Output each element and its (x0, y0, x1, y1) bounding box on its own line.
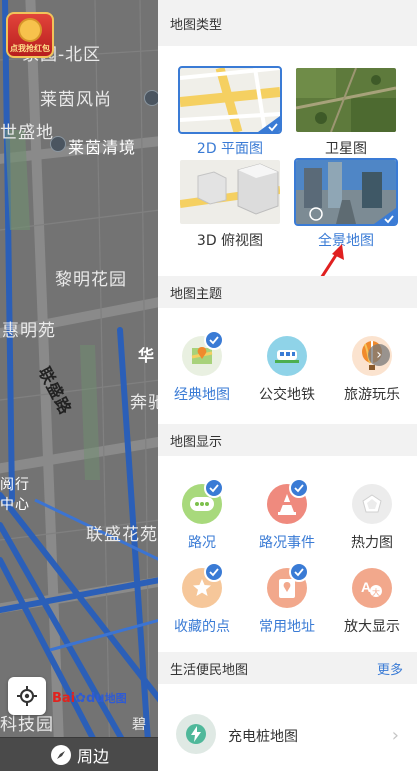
theme-label: 公交地铁 (259, 387, 315, 403)
map-type-label[interactable]: 3D 俯视图 (170, 230, 290, 250)
text-zoom-icon: A大 (352, 568, 392, 608)
satellite-thumbnail (296, 68, 396, 132)
map-label: 莱茵清境 (68, 138, 137, 157)
svg-text:大: 大 (372, 587, 380, 597)
check-icon (289, 562, 309, 582)
section-header-map-type: 地图类型 (158, 0, 417, 46)
map-label: 黎明花园 (55, 270, 127, 290)
display-label: 路况 (188, 535, 216, 551)
chevron-right-icon[interactable]: › (368, 344, 390, 366)
map-label: 奔驰 (130, 393, 160, 413)
charging-bolt-icon (176, 714, 216, 754)
train-icon (267, 336, 307, 376)
charging-label: 充电桩地图 (228, 728, 298, 745)
map-type-2d[interactable] (178, 66, 282, 134)
map-label: 世盛地 (0, 123, 54, 143)
baidu-logo-du: du (86, 691, 105, 706)
heatmap-icon (352, 484, 392, 524)
map-type-label[interactable]: 卫星图 (286, 138, 406, 158)
charging-station-map-row[interactable]: 充电桩地图 › (158, 700, 417, 771)
poi-icon[interactable] (50, 136, 66, 152)
map-type-3d[interactable] (180, 160, 280, 224)
red-envelope-label: 点我抢红包 (10, 44, 50, 53)
check-icon (374, 208, 396, 224)
more-link[interactable]: 更多 (377, 659, 403, 678)
theme-label: 经典地图 (174, 387, 230, 403)
section-title: 地图主题 (170, 286, 223, 302)
map-label: 碧 (132, 717, 147, 733)
coin-icon (18, 18, 42, 42)
display-label: 热力图 (351, 535, 393, 551)
map-label: 中心 (0, 497, 30, 513)
crosshair-icon (17, 686, 37, 706)
chevron-right-icon: › (391, 725, 399, 746)
nearby-button[interactable]: 周边 (0, 737, 160, 771)
display-label: 放大显示 (344, 619, 400, 635)
paw-icon: ✿ (75, 691, 87, 706)
map-settings-panel: 地图类型 2D 平面图 卫星图 3D 俯视图 全景地图 地图主题 经典地图 公交… (158, 0, 417, 771)
map-roads (0, 0, 160, 771)
display-label: 路况事件 (259, 535, 315, 551)
red-envelope-button[interactable]: 点我抢红包 (6, 12, 54, 58)
3d-map-thumbnail (180, 160, 280, 224)
display-label: 常用地址 (259, 619, 315, 635)
map-label: 惠明苑 (2, 321, 56, 341)
baidu-logo: Bai✿du地图 (52, 690, 127, 706)
check-icon (289, 478, 309, 498)
compass-icon (50, 744, 71, 765)
nearby-label: 周边 (76, 746, 109, 766)
section-title: 地图类型 (170, 17, 223, 33)
map-type-panorama[interactable] (294, 158, 398, 226)
svg-text:A: A (361, 579, 371, 595)
section-title: 生活便民地图 (170, 662, 249, 678)
check-icon (204, 478, 224, 498)
theme-label: 旅游玩乐 (344, 387, 400, 403)
check-icon (204, 330, 224, 350)
section-title: 地图显示 (170, 434, 223, 450)
map-label: 联盛花苑 (86, 525, 158, 545)
map-label: 华 (138, 346, 156, 365)
section-header-map-display: 地图显示 (158, 424, 417, 456)
map-view[interactable]: 家园-北区 莱茵风尚 世盛地 莱茵清境 黎明花园 惠明苑 联盛路 华 奔驰 阅行… (0, 0, 160, 771)
map-label: 莱茵风尚 (40, 90, 112, 110)
map-type-label[interactable]: 2D 平面图 (170, 138, 290, 158)
baidu-logo-bai: Bai (52, 691, 76, 706)
section-header-map-theme: 地图主题 (158, 276, 417, 308)
locate-button[interactable] (8, 677, 46, 715)
check-icon (258, 116, 280, 132)
section-header-life-map: 生活便民地图 更多 (158, 652, 417, 684)
display-label: 收藏的点 (174, 619, 230, 635)
map-type-satellite[interactable] (296, 68, 396, 132)
baidu-logo-ditu: 地图 (104, 692, 127, 705)
check-icon (204, 562, 224, 582)
map-label: 阅行 (0, 477, 30, 493)
